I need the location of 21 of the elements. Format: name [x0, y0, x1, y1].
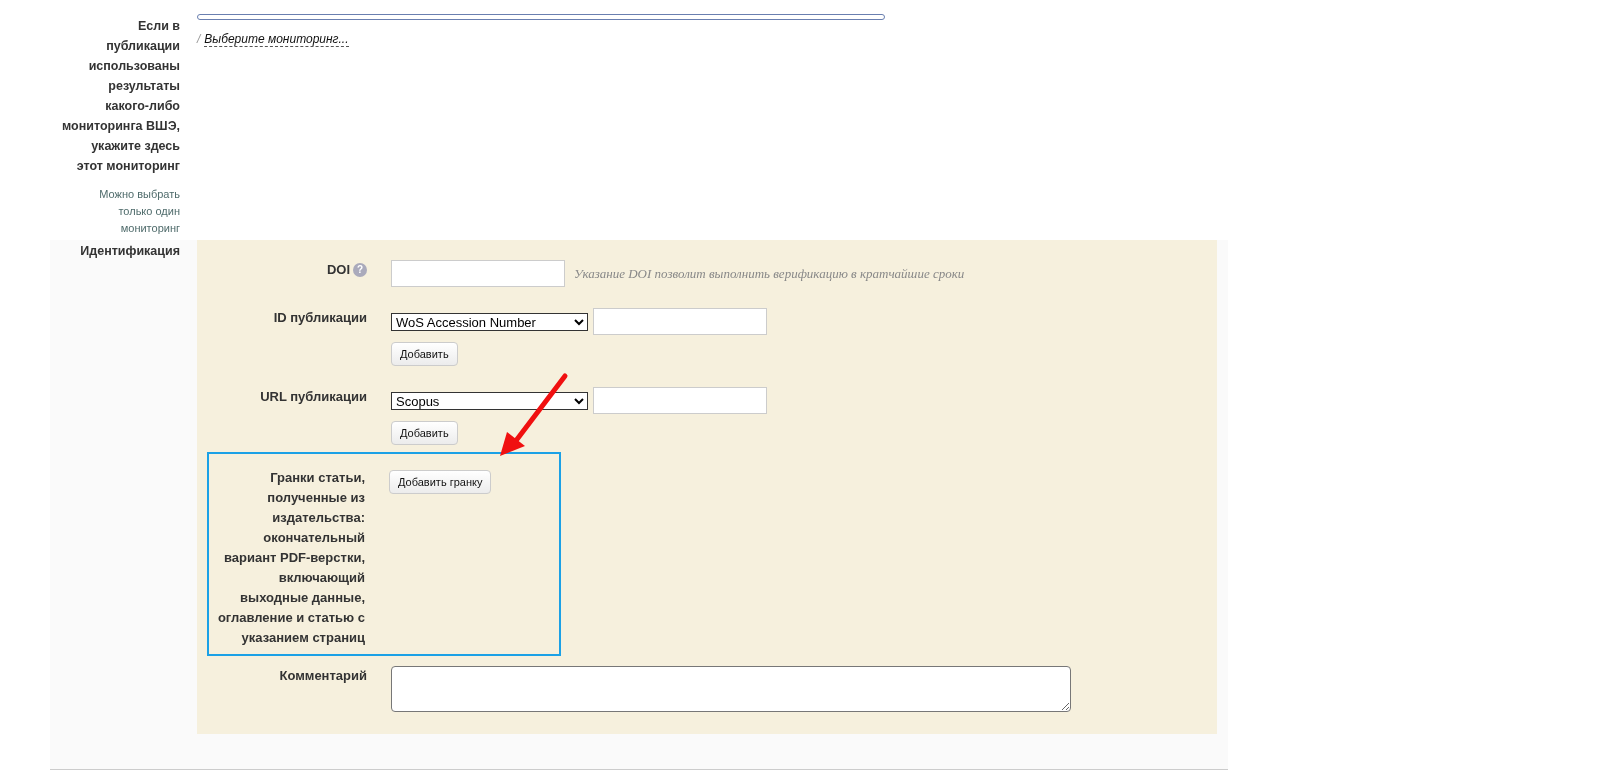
field-label: DOI — [326, 262, 350, 277]
add-button[interactable]: Добавить — [391, 421, 458, 445]
type-dropdown[interactable]: Scopus — [391, 391, 588, 410]
field-label: Комментарий — [278, 667, 367, 685]
separator-text: / — [197, 32, 201, 46]
field-label: ID публикации — [272, 309, 367, 327]
add-button[interactable]: Добавить — [391, 342, 458, 366]
comment-field[interactable] — [391, 666, 1071, 712]
field-hint: Указание DOI позволит выполнить верификацию в кратчайшие сроки — [574, 265, 965, 282]
value-field[interactable] — [593, 387, 767, 414]
value-field[interactable] — [593, 308, 767, 335]
field-label: Гранки статьи, полученные из издательства: окончательный вариант PDF-верстки, включающий выходные данные, оглавление и статью с указанием страниц — [216, 469, 365, 647]
doi-field[interactable] — [391, 260, 565, 287]
field-note: Можно выбрать только один мониторинг — [98, 187, 180, 236]
monitoring-field[interactable] — [197, 14, 885, 20]
field-label: URL публикации — [259, 388, 367, 406]
add-proof-button[interactable]: Добавить гранку — [389, 470, 492, 494]
field-label: Если в публикации использованы результаты какого-либо мониторинга ВШЭ, укажите здесь этот мониторинг — [62, 18, 180, 175]
section-title: Идентификация — [79, 243, 180, 258]
type-dropdown[interactable]: WoS Accession Number — [391, 312, 588, 331]
choose-monitoring-link[interactable]: Выберите мониторинг... — [204, 32, 349, 47]
